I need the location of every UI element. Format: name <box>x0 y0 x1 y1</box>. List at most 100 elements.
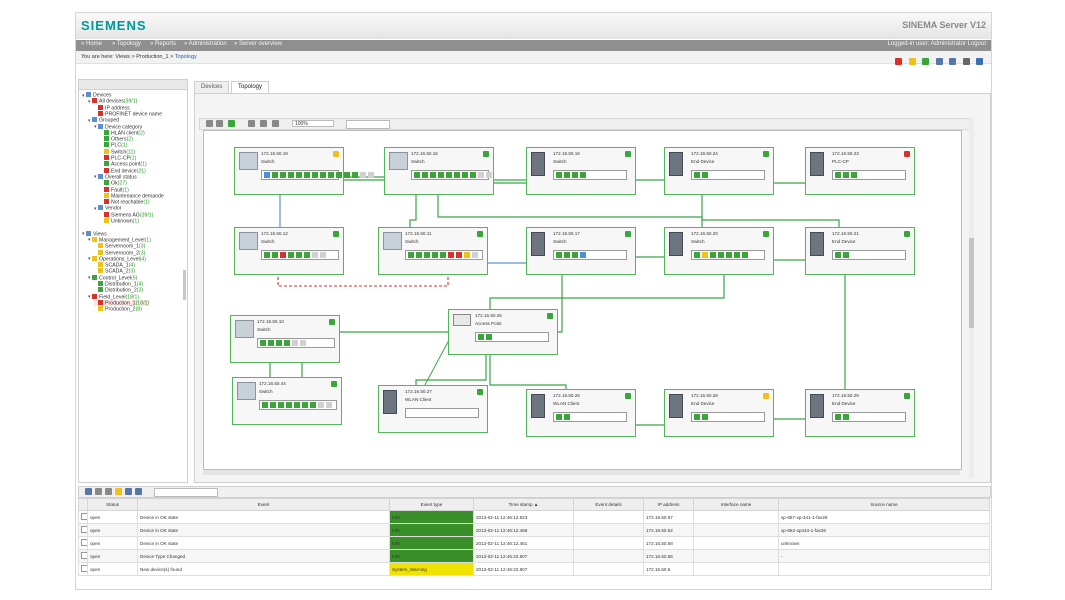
device-node-29[interactable]: 172.16.50.29 End Device <box>805 389 915 437</box>
port-icon[interactable] <box>286 402 292 408</box>
port-icon[interactable] <box>446 172 452 178</box>
port-icon[interactable] <box>843 414 849 420</box>
port-icon[interactable] <box>264 172 270 178</box>
port-icon[interactable] <box>742 252 748 258</box>
port-icon[interactable] <box>462 172 468 178</box>
port-icon[interactable] <box>284 340 290 346</box>
port-icon[interactable] <box>486 334 492 340</box>
port-icon[interactable] <box>472 252 478 258</box>
column-header[interactable]: Event type <box>389 498 474 511</box>
tree-item[interactable]: Unknown(1) <box>100 218 139 225</box>
port-icon[interactable] <box>278 402 284 408</box>
column-header[interactable]: Event details <box>573 498 644 511</box>
port-icon[interactable] <box>416 252 422 258</box>
column-header[interactable] <box>78 498 88 511</box>
port-icon[interactable] <box>564 414 570 420</box>
port-icon[interactable] <box>438 172 444 178</box>
event-export-icon[interactable] <box>125 488 132 495</box>
port-icon[interactable] <box>580 172 586 178</box>
column-header[interactable]: Source name <box>778 498 990 511</box>
port-icon[interactable] <box>320 252 326 258</box>
find-input[interactable] <box>346 120 390 129</box>
port-icon[interactable] <box>320 172 326 178</box>
nav-home[interactable]: » Home <box>81 41 102 47</box>
port-icon[interactable] <box>470 172 476 178</box>
port-icon[interactable] <box>726 252 732 258</box>
table-row[interactable]: open Device in OK state Info 2013-02-11 12:… <box>78 523 990 537</box>
port-icon[interactable] <box>478 172 484 178</box>
tree-item[interactable]: Production_2(8) <box>94 306 142 313</box>
port-icon[interactable] <box>272 252 278 258</box>
device-node-44[interactable]: 172.16.50.44 Switch <box>232 377 342 425</box>
port-icon[interactable] <box>448 252 454 258</box>
port-icon[interactable] <box>272 172 278 178</box>
port-icon[interactable] <box>422 172 428 178</box>
nav-reports[interactable]: » Reports <box>150 41 176 47</box>
port-icon[interactable] <box>572 172 578 178</box>
event-mark-icon[interactable] <box>115 488 122 495</box>
port-icon[interactable] <box>326 402 332 408</box>
device-node-21[interactable]: 172.16.50.21 End Device <box>805 227 915 275</box>
port-icon[interactable] <box>454 172 460 178</box>
port-icon[interactable] <box>734 252 740 258</box>
row-checkbox[interactable] <box>81 565 87 572</box>
port-icon[interactable] <box>328 172 334 178</box>
event-filter-icon[interactable] <box>105 488 112 495</box>
vscroll-thumb[interactable] <box>969 238 974 328</box>
event-ack-icon[interactable] <box>95 488 102 495</box>
zoom-out-icon[interactable] <box>272 120 279 127</box>
port-icon[interactable] <box>564 252 570 258</box>
port-icon[interactable] <box>312 252 318 258</box>
port-icon[interactable] <box>304 172 310 178</box>
port-icon[interactable] <box>288 252 294 258</box>
tree-item[interactable] <box>82 224 86 230</box>
port-icon[interactable] <box>260 340 266 346</box>
refresh-icon[interactable] <box>935 58 943 66</box>
port-icon[interactable] <box>336 172 342 178</box>
zoom-in-icon[interactable] <box>260 120 267 127</box>
column-header[interactable]: Time stamp ▲ <box>473 498 574 511</box>
tab-topology[interactable]: Topology <box>231 81 270 93</box>
port-icon[interactable] <box>264 252 270 258</box>
nav-server-overview[interactable]: » Server overview <box>234 41 282 47</box>
port-icon[interactable] <box>456 252 462 258</box>
device-node-27[interactable]: 172.16.50.27 WLAN Client <box>378 385 488 433</box>
login-info[interactable]: Logged-in user: Administrator Logout <box>888 41 986 47</box>
port-icon[interactable] <box>835 252 841 258</box>
port-icon[interactable] <box>294 402 300 408</box>
device-node-15[interactable]: 172.16.50.15 Switch <box>384 147 494 195</box>
port-icon[interactable] <box>486 172 492 178</box>
pan-icon[interactable] <box>216 120 223 127</box>
port-icon[interactable] <box>718 252 724 258</box>
warning-filter-icon[interactable] <box>908 58 916 66</box>
device-node-25[interactable]: 172.16.50.25 Access Point <box>448 309 558 355</box>
port-icon[interactable] <box>835 172 841 178</box>
device-node-26[interactable]: 172.16.50.26 WLAN Client <box>526 389 636 437</box>
event-info-icon[interactable] <box>85 488 92 495</box>
tree-scrollbar[interactable] <box>183 270 186 300</box>
port-icon[interactable] <box>360 172 366 178</box>
zoom-select[interactable]: 100% <box>292 120 334 127</box>
port-icon[interactable] <box>851 172 857 178</box>
port-icon[interactable] <box>430 172 436 178</box>
table-row[interactable]: open Device Type Changed Info 2013-02-11 12… <box>78 549 990 563</box>
device-node-12[interactable]: 172.16.50.12 Switch <box>234 227 344 275</box>
canvas-hscrollbar[interactable] <box>203 470 960 475</box>
help-icon[interactable] <box>976 58 983 66</box>
device-node-10[interactable]: 172.16.50.10 Switch <box>230 315 340 363</box>
table-row[interactable]: open New device(s) found System_Warning 201… <box>78 562 990 576</box>
port-icon[interactable] <box>280 252 286 258</box>
row-checkbox[interactable] <box>81 552 87 559</box>
port-icon[interactable] <box>296 172 302 178</box>
port-icon[interactable] <box>556 414 562 420</box>
breadcrumb-current[interactable]: Topology <box>175 54 197 60</box>
layout-icon[interactable] <box>228 120 235 127</box>
port-icon[interactable] <box>702 414 708 420</box>
event-search-input[interactable] <box>154 488 218 497</box>
port-icon[interactable] <box>408 252 414 258</box>
nav-topology[interactable]: » Topology <box>112 41 141 47</box>
print-icon[interactable] <box>962 58 970 66</box>
port-icon[interactable] <box>843 252 849 258</box>
select-icon[interactable] <box>206 120 213 127</box>
row-checkbox[interactable] <box>81 539 87 546</box>
